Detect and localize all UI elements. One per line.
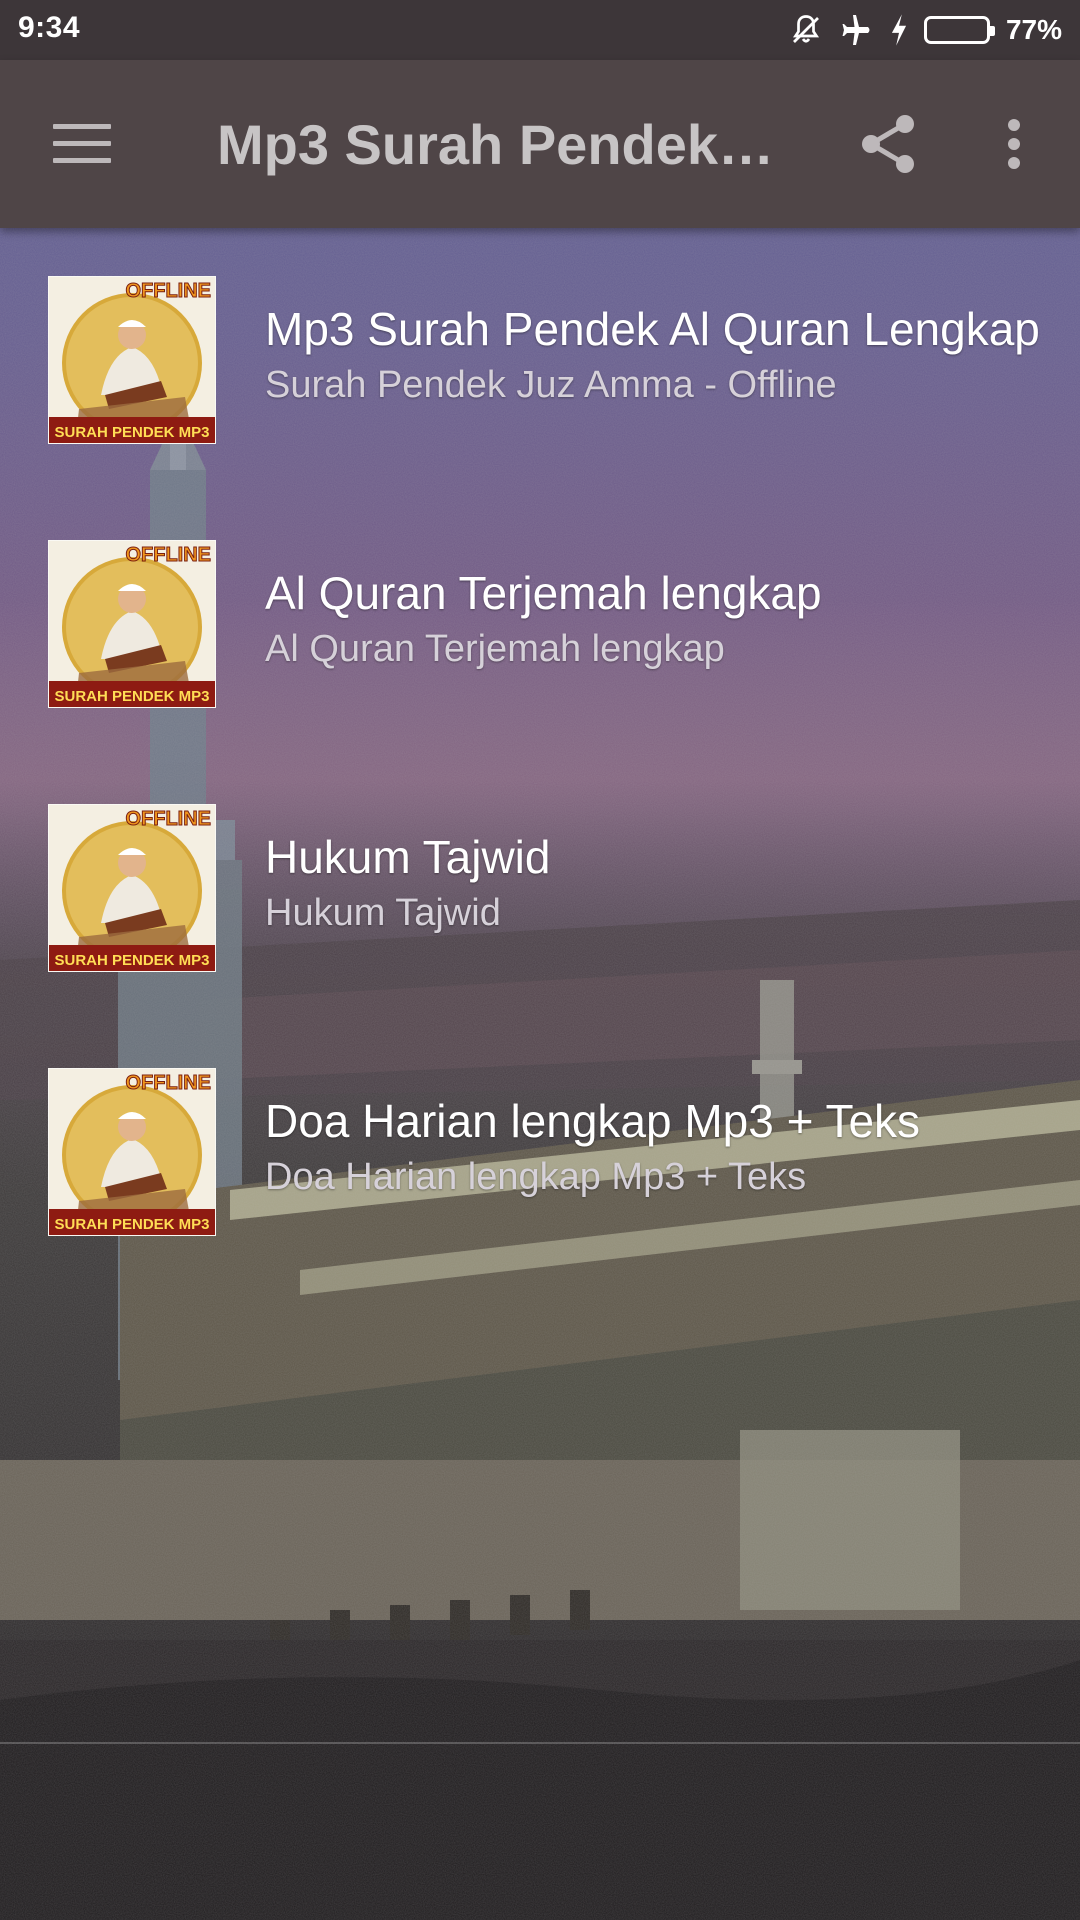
list-item-text: Mp3 Surah Pendek Al Quran Lengkap Surah … [265, 300, 1040, 410]
list-item-title: Doa Harian lengkap Mp3 + Teks [265, 1095, 921, 1147]
status-bar: 9:34 77% [0, 0, 1080, 60]
list-item-subtitle: Doa Harian lengkap Mp3 + Teks [265, 1156, 807, 1198]
thumb-top-label: OFFLINE [125, 280, 211, 302]
status-icons: 77% [774, 10, 1062, 50]
airplane-mode-icon [838, 12, 874, 48]
battery-percent: 77% [1005, 14, 1062, 45]
list-item-text: Doa Harian lengkap Mp3 + Teks Doa Harian… [265, 1092, 1040, 1202]
list-item-subtitle: Hukum Tajwid [265, 892, 501, 934]
battery-icon [923, 16, 995, 44]
list-item-title: Hukum Tajwid [265, 831, 551, 883]
app-list: OFFLINE SURAH PENDEK MP3 Mp3 Surah Pende… [0, 228, 1080, 1284]
status-time: 9:34 [18, 11, 81, 44]
app-title: Mp3 Surah Pendek Al Quran Lengkap [217, 113, 777, 176]
charging-icon [888, 13, 910, 47]
more-vert-icon [1008, 119, 1020, 169]
thumb-bottom-label: SURAH PENDEK MP3 [54, 1216, 209, 1233]
list-item[interactable]: OFFLINE SURAH PENDEK MP3 Doa Harian leng… [0, 1020, 1080, 1284]
thumb-top-label: OFFLINE [125, 808, 211, 830]
menu-icon [53, 124, 111, 163]
list-item-text: Al Quran Terjemah lengkap Al Quran Terje… [265, 564, 1040, 674]
menu-button[interactable] [38, 104, 128, 184]
list-item-text: Hukum Tajwid Hukum Tajwid [265, 828, 1040, 938]
list-item[interactable]: OFFLINE SURAH PENDEK MP3 Mp3 Surah Pende… [0, 228, 1080, 492]
thumb-bottom-label: SURAH PENDEK MP3 [54, 424, 209, 441]
thumb-top-label: OFFLINE [125, 1072, 211, 1094]
list-item[interactable]: OFFLINE SURAH PENDEK MP3 Hukum Tajwid Hu… [0, 756, 1080, 1020]
app-thumbnail: OFFLINE SURAH PENDEK MP3 [48, 276, 216, 444]
list-item-title: Mp3 Surah Pendek Al Quran Lengkap [265, 303, 1040, 355]
share-button[interactable] [848, 104, 928, 184]
thumb-bottom-label: SURAH PENDEK MP3 [54, 952, 209, 969]
list-item-subtitle: Al Quran Terjemah lengkap [265, 628, 725, 670]
list-item-subtitle: Surah Pendek Juz Amma - Offline [265, 364, 837, 406]
share-icon [862, 115, 914, 173]
footer-divider [0, 1742, 1080, 1744]
app-bar: Mp3 Surah Pendek Al Quran Lengkap [0, 60, 1080, 228]
app-thumbnail: OFFLINE SURAH PENDEK MP3 [48, 540, 216, 708]
thumb-bottom-label: SURAH PENDEK MP3 [54, 688, 209, 705]
list-item[interactable]: OFFLINE SURAH PENDEK MP3 Al Quran Terjem… [0, 492, 1080, 756]
more-options-button[interactable] [974, 104, 1054, 184]
app-thumbnail: OFFLINE SURAH PENDEK MP3 [48, 1068, 216, 1236]
app-thumbnail: OFFLINE SURAH PENDEK MP3 [48, 804, 216, 972]
silent-mode-icon [788, 12, 824, 48]
thumb-top-label: OFFLINE [125, 544, 211, 566]
list-item-title: Al Quran Terjemah lengkap [265, 567, 822, 619]
